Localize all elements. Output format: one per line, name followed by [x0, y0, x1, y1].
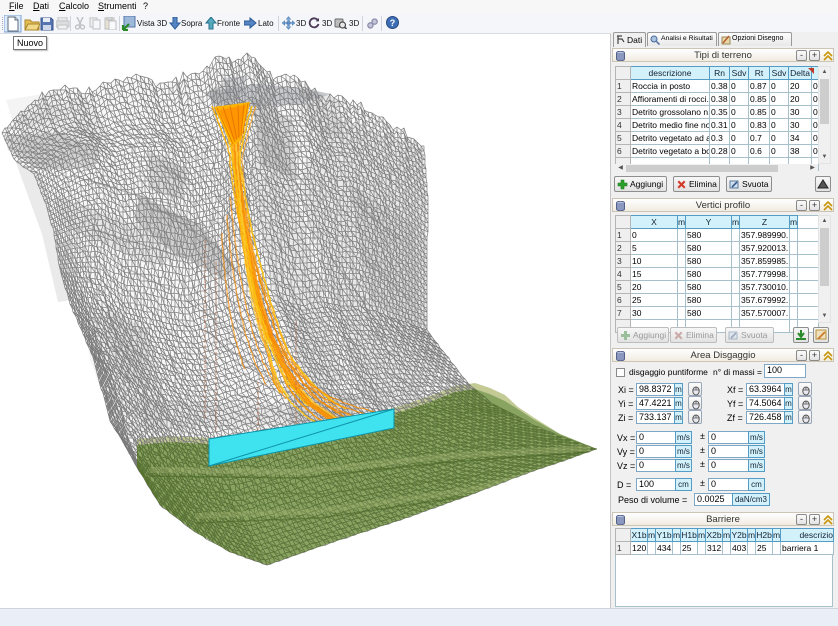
svg-text:?: ? — [390, 18, 396, 28]
